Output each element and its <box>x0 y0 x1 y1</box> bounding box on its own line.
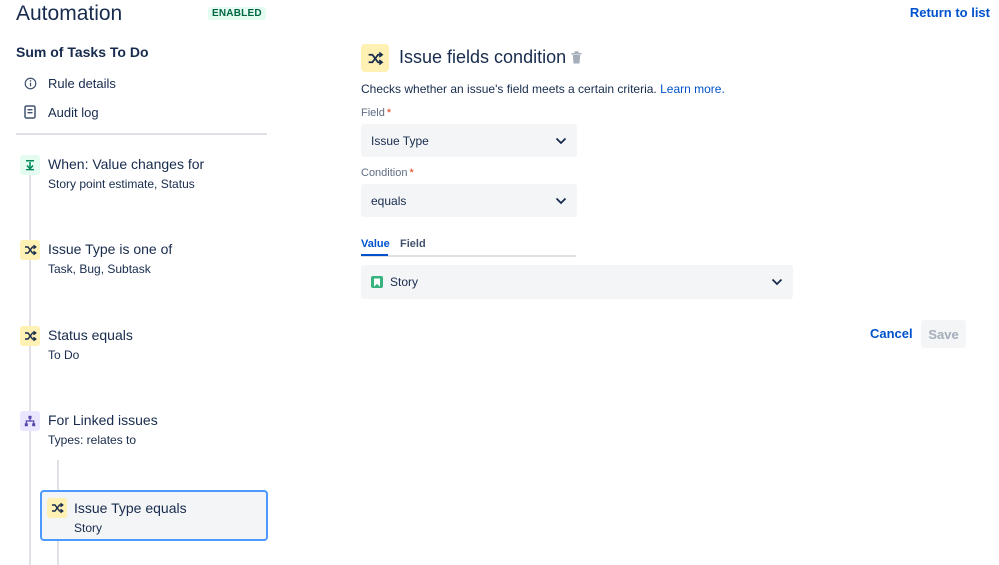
rule-step-status-condition[interactable]: Status equals To Do <box>20 326 268 366</box>
step-title: Status equals <box>48 327 133 343</box>
save-button[interactable]: Save <box>921 320 966 348</box>
audit-log-link[interactable]: Audit log <box>22 102 99 122</box>
condition-select-value: equals <box>371 193 407 208</box>
active-tab-indicator <box>361 254 388 256</box>
step-subtitle: To Do <box>48 348 80 362</box>
rule-step-issue-type-condition[interactable]: Issue Type is one of Task, Bug, Subtask <box>20 240 268 280</box>
info-icon <box>22 77 38 90</box>
value-select-current: Story <box>371 275 418 289</box>
rule-step-selected-issue-type-equals[interactable]: Issue Type equals Story <box>40 490 268 541</box>
value-select-text: Story <box>390 275 419 289</box>
value-field-tabs: Value Field <box>361 237 576 257</box>
step-subtitle: Types: relates to <box>48 433 137 447</box>
rule-flow-line <box>29 170 31 565</box>
chevron-down-icon <box>555 194 567 208</box>
rule-details-label: Rule details <box>48 75 116 91</box>
status-badge: ENABLED <box>208 7 266 20</box>
required-marker: * <box>386 107 392 119</box>
step-subtitle: Story <box>74 521 103 535</box>
rule-name: Sum of Tasks To Do <box>16 44 149 60</box>
step-subtitle: Story point estimate, Status <box>48 177 195 191</box>
rule-step-trigger[interactable]: When: Value changes for Story point esti… <box>20 155 268 195</box>
step-title: When: Value changes for <box>48 156 205 172</box>
condition-select[interactable]: equals <box>361 184 577 217</box>
condition-shuffle-icon <box>20 326 40 346</box>
page-title: Automation <box>16 2 123 25</box>
trash-icon[interactable] <box>571 51 582 69</box>
value-select[interactable]: Story <box>361 265 793 299</box>
story-icon <box>371 276 383 288</box>
audit-log-icon <box>22 105 38 119</box>
rule-step-linked-issues-branch[interactable]: For Linked issues Types: relates to <box>20 411 268 451</box>
branch-icon <box>20 411 40 431</box>
condition-label: Condition * <box>361 167 414 179</box>
step-title: For Linked issues <box>48 412 158 428</box>
field-label-text: Field <box>361 107 385 119</box>
sidebar-divider <box>16 133 267 135</box>
return-to-list-link[interactable]: Return to list <box>910 5 990 20</box>
field-select[interactable]: Issue Type <box>361 124 577 157</box>
condition-label-text: Condition <box>361 167 408 179</box>
learn-more-link[interactable]: Learn more. <box>660 82 725 96</box>
condition-shuffle-icon <box>47 498 67 518</box>
step-title: Issue Type is one of <box>48 241 173 257</box>
panel-title: Issue fields condition <box>399 47 567 67</box>
panel-description: Checks whether an issue's field meets a … <box>361 82 725 96</box>
chevron-down-icon <box>555 134 567 148</box>
rule-details-link[interactable]: Rule details <box>22 73 116 93</box>
tab-field[interactable]: Field <box>400 238 426 250</box>
trigger-icon <box>20 155 40 175</box>
condition-shuffle-icon <box>361 44 389 72</box>
field-select-value: Issue Type <box>371 133 429 148</box>
chevron-down-icon <box>771 275 783 289</box>
condition-shuffle-icon <box>20 240 40 260</box>
description-text: Checks whether an issue's field meets a … <box>361 82 657 96</box>
cancel-button[interactable]: Cancel <box>866 324 917 343</box>
required-marker: * <box>409 167 414 179</box>
step-subtitle: Task, Bug, Subtask <box>48 262 151 276</box>
audit-log-label: Audit log <box>48 104 99 120</box>
field-label: Field * <box>361 107 391 119</box>
tab-value[interactable]: Value <box>361 238 390 250</box>
step-title: Issue Type equals <box>74 500 187 516</box>
